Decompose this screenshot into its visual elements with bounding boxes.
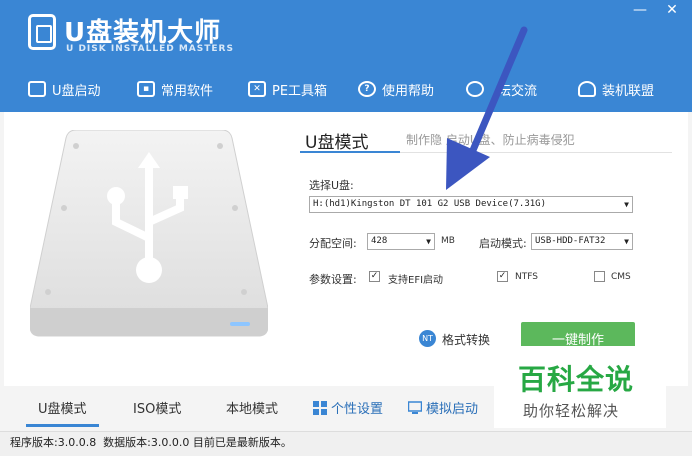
tab-label: 个性设置 <box>331 402 384 417</box>
tab-simulate-boot[interactable]: 模拟启动 <box>408 398 478 417</box>
tab-label: 模拟启动 <box>426 402 479 417</box>
tab-personalize[interactable]: 个性设置 <box>313 398 383 417</box>
watermark-title: 百科全说 <box>518 363 635 396</box>
version-status-text: 程序版本:3.0.0.8 数据版本:3.0.0.0 目前已是最新版本。 <box>10 436 292 449</box>
watermark: 百科全说 助你轻松解决 <box>494 346 666 428</box>
watermark-subtitle: 助你轻松解决 <box>523 402 620 420</box>
tab-usb-mode[interactable]: U盘模式 <box>26 398 98 427</box>
screen-icon <box>408 401 422 414</box>
status-bar: 程序版本:3.0.0.8 数据版本:3.0.0.0 目前已是最新版本。 <box>0 431 692 456</box>
grid-icon <box>313 401 327 415</box>
tab-iso-mode[interactable]: ISO模式 <box>133 398 181 417</box>
tab-local-mode[interactable]: 本地模式 <box>226 398 278 417</box>
